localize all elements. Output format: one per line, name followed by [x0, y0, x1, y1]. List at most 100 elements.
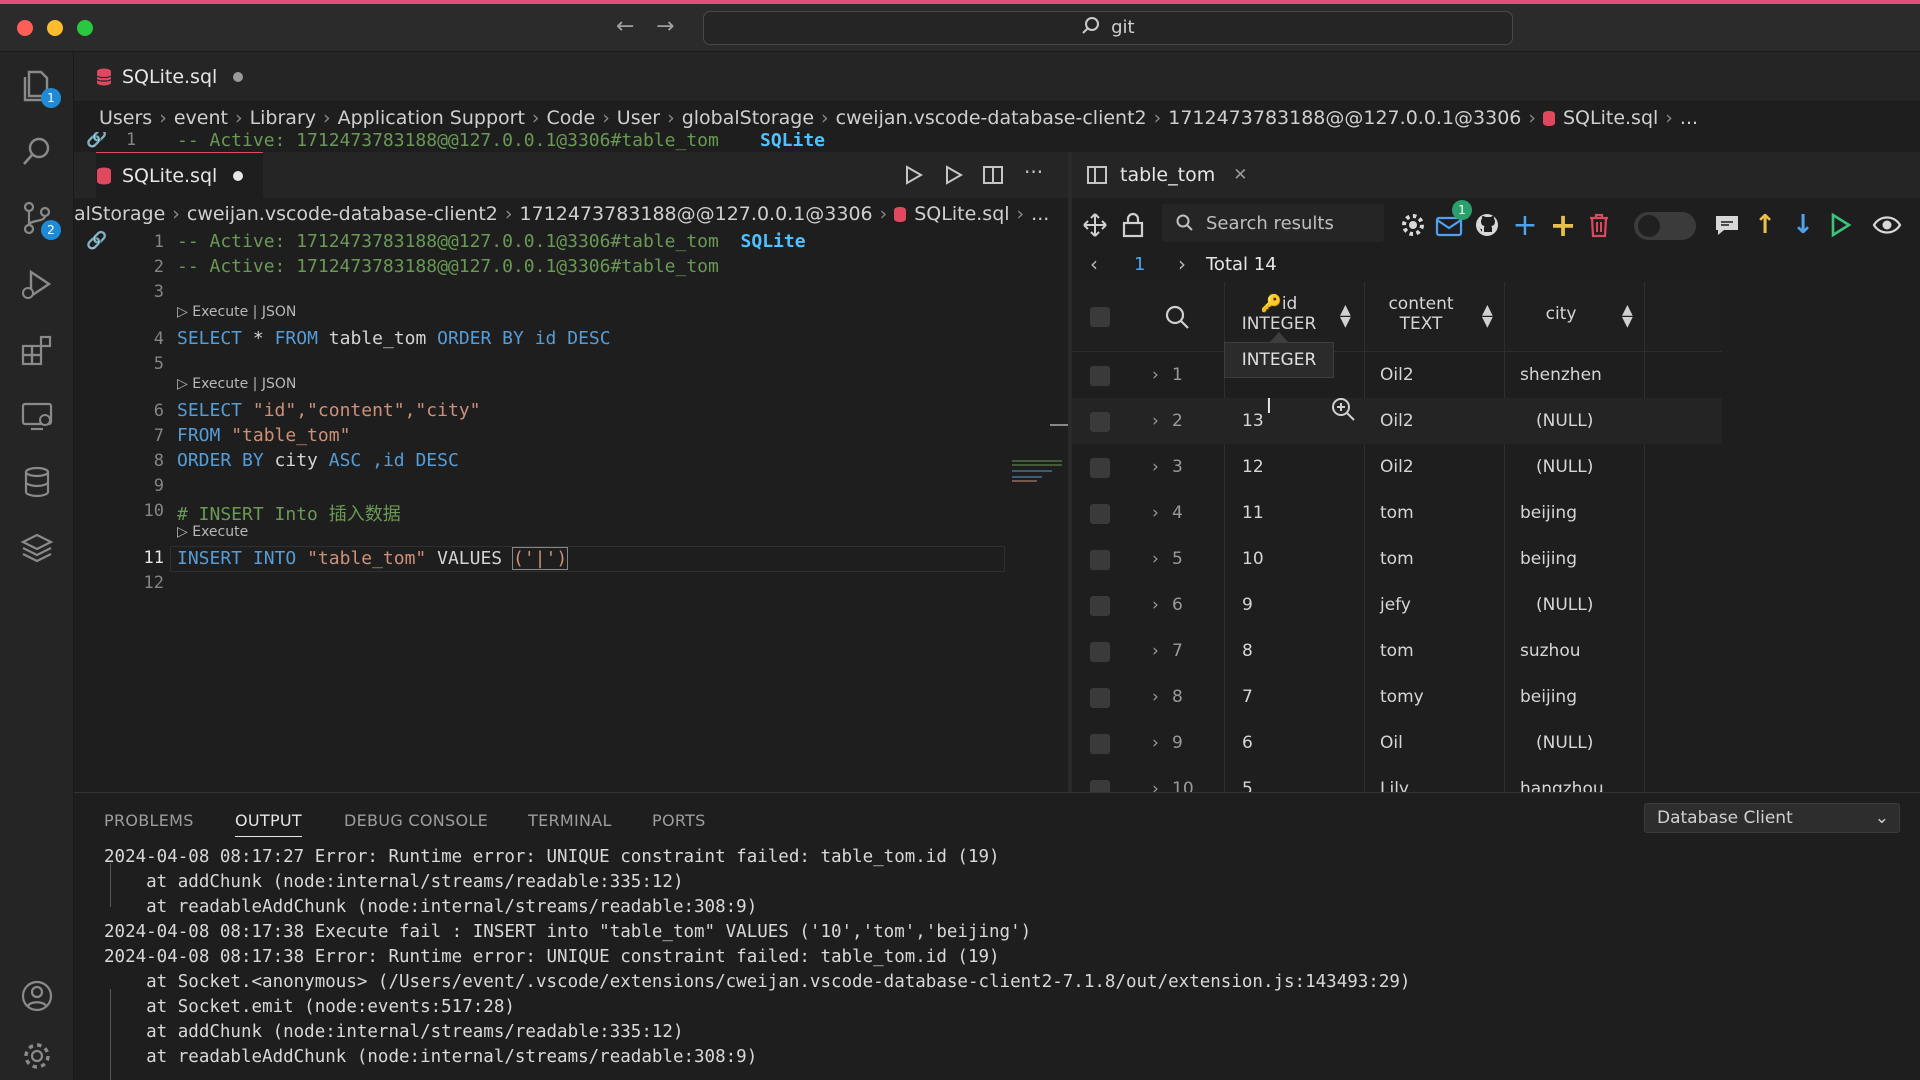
search-activity[interactable]	[17, 132, 57, 172]
table-row[interactable]: › 6 9 jefy (NULL)	[1072, 582, 1722, 628]
tab-debug-console[interactable]: DEBUG CONSOLE	[344, 811, 488, 830]
sort-icon[interactable]: ▲ ▼	[1340, 303, 1351, 329]
minimize-window-button[interactable]	[47, 20, 63, 36]
expand-row-icon[interactable]: ›	[1152, 720, 1159, 766]
scrollbar-thumb[interactable]	[1050, 424, 1070, 426]
mail-icon[interactable]: 1	[1434, 200, 1472, 240]
sort-icon[interactable]: ▲ ▼	[1622, 303, 1633, 329]
cell-content[interactable]: tomy	[1380, 674, 1424, 720]
tab-table-tom[interactable]: table_tom ✕	[1086, 152, 1247, 198]
cell-id[interactable]: 9	[1242, 582, 1253, 628]
forward-arrow-icon[interactable]: →	[656, 14, 674, 39]
comment-icon[interactable]	[1712, 210, 1742, 240]
expand-row-icon[interactable]: ›	[1152, 444, 1159, 490]
breadcrumb-item[interactable]: User	[617, 107, 660, 129]
expand-row-icon[interactable]: ›	[1152, 352, 1159, 398]
column-header-city[interactable]: city	[1506, 282, 1616, 352]
cell-id[interactable]: 11	[1242, 490, 1264, 536]
run-debug-activity[interactable]	[17, 264, 57, 304]
cell-city[interactable]: (NULL)	[1520, 720, 1640, 766]
expand-row-icon[interactable]: ›	[1152, 398, 1159, 444]
breadcrumb-item[interactable]: SQLite.sql	[914, 203, 1009, 225]
database-activity[interactable]	[17, 462, 57, 502]
expand-row-icon[interactable]: ›	[1152, 674, 1159, 720]
back-arrow-icon[interactable]: ←	[616, 14, 634, 39]
command-center-search[interactable]: git	[703, 11, 1513, 45]
row-checkbox[interactable]	[1090, 734, 1110, 754]
manage-activity[interactable]	[17, 1036, 57, 1076]
breadcrumb-item[interactable]: 1712473783188@@127.0.0.1@3306	[1168, 107, 1521, 129]
move-icon[interactable]	[1080, 210, 1110, 240]
cell-content[interactable]: Oil2	[1380, 352, 1414, 398]
table-row[interactable]: › 2 13 Oil2 (NULL)	[1072, 398, 1722, 444]
run-debug-icon[interactable]	[942, 164, 964, 186]
remote-explorer-activity[interactable]	[17, 396, 57, 436]
cell-city[interactable]: beijing	[1520, 674, 1640, 720]
tab-ports[interactable]: PORTS	[652, 811, 706, 830]
github-icon[interactable]	[1472, 210, 1502, 240]
arrow-down-icon[interactable]: ↓	[1788, 210, 1818, 240]
expand-row-icon[interactable]: ›	[1152, 582, 1159, 628]
tab-output[interactable]: OUTPUT	[235, 811, 303, 837]
expand-row-icon[interactable]: ›	[1152, 628, 1159, 674]
tab-sqlite-sql-editor[interactable]: SQLite.sql	[96, 152, 264, 198]
cell-city[interactable]: beijing	[1520, 490, 1640, 536]
tab-terminal[interactable]: TERMINAL	[528, 811, 612, 830]
code-editor[interactable]: 🔗 1 2 3 4 5 6 7 8 9 10 11 12 -- Active: …	[74, 228, 1070, 788]
maximize-window-button[interactable]	[77, 20, 93, 36]
row-checkbox[interactable]	[1090, 412, 1110, 432]
breadcrumb-item[interactable]: cweijan.vscode-database-client2	[836, 107, 1147, 129]
cell-city[interactable]: (NULL)	[1520, 444, 1640, 490]
cell-content[interactable]: Oil	[1380, 720, 1403, 766]
cell-id[interactable]: 13	[1242, 398, 1264, 444]
row-checkbox[interactable]	[1090, 780, 1110, 792]
source-control-activity[interactable]: 2	[17, 198, 61, 240]
table-row[interactable]: › 8 7 tomy beijing	[1072, 674, 1722, 720]
eye-icon[interactable]	[1872, 210, 1902, 240]
expand-row-icon[interactable]: ›	[1152, 536, 1159, 582]
cell-city[interactable]: beijing	[1520, 536, 1640, 582]
cell-city[interactable]: (NULL)	[1520, 398, 1640, 444]
cell-content[interactable]: tom	[1380, 490, 1414, 536]
split-editor-icon[interactable]	[982, 164, 1004, 186]
column-header-content[interactable]: content TEXT	[1366, 282, 1476, 352]
breadcrumb-item[interactable]: alStorage	[74, 203, 165, 225]
tab-problems[interactable]: PROBLEMS	[104, 811, 194, 830]
breadcrumb-item[interactable]: Users	[99, 107, 152, 129]
table-row[interactable]: › 1 Oil2 shenzhen	[1072, 352, 1722, 398]
cell-content[interactable]: Oil2	[1380, 398, 1414, 444]
execute-json-lens[interactable]: ▷ Execute | JSON	[177, 304, 296, 320]
row-checkbox[interactable]	[1090, 688, 1110, 708]
search-icon[interactable]	[1164, 304, 1190, 330]
table-row[interactable]: › 10 5 Lily hangzhou	[1072, 766, 1722, 792]
execute-json-lens[interactable]: ▷ Execute | JSON	[177, 376, 296, 392]
breadcrumb-item[interactable]: 1712473783188@@127.0.0.1@3306	[519, 203, 872, 225]
more-actions-icon[interactable]: ···	[1024, 160, 1043, 184]
cell-id[interactable]: 6	[1242, 720, 1253, 766]
cell-content[interactable]: Oil2	[1380, 444, 1414, 490]
table-row[interactable]: › 3 12 Oil2 (NULL)	[1072, 444, 1722, 490]
breadcrumb-item[interactable]: cweijan.vscode-database-client2	[187, 203, 498, 225]
breadcrumb-item[interactable]: globalStorage	[682, 107, 814, 129]
arrow-up-icon[interactable]: ↑	[1750, 210, 1780, 240]
cell-city[interactable]: shenzhen	[1520, 352, 1640, 398]
cell-id[interactable]: 8	[1242, 628, 1253, 674]
breadcrumb-item[interactable]: ...	[1680, 107, 1698, 129]
run-icon[interactable]	[902, 164, 924, 186]
breadcrumb-item[interactable]: event	[174, 107, 228, 129]
sticky-scroll-line[interactable]: 🔗 1 -- Active: 1712473783188@@127.0.0.1@…	[74, 132, 1064, 152]
row-checkbox[interactable]	[1090, 642, 1110, 662]
breadcrumb-item[interactable]: ...	[1031, 203, 1049, 225]
current-page[interactable]: 1	[1134, 254, 1145, 275]
breadcrumb-item[interactable]: SQLite.sql	[1563, 107, 1658, 129]
table-row[interactable]: › 9 6 Oil (NULL)	[1072, 720, 1722, 766]
explorer-activity[interactable]: 1	[17, 66, 61, 108]
next-page-icon[interactable]: ›	[1178, 252, 1186, 276]
add-icon[interactable]: +	[1510, 208, 1540, 243]
cell-content[interactable]: tom	[1380, 628, 1414, 674]
search-results-input[interactable]: Search results	[1162, 204, 1384, 242]
row-checkbox[interactable]	[1090, 504, 1110, 524]
cell-id[interactable]: 5	[1242, 766, 1253, 792]
cell-content[interactable]: Lily	[1380, 766, 1409, 792]
run-icon[interactable]	[1826, 210, 1856, 240]
